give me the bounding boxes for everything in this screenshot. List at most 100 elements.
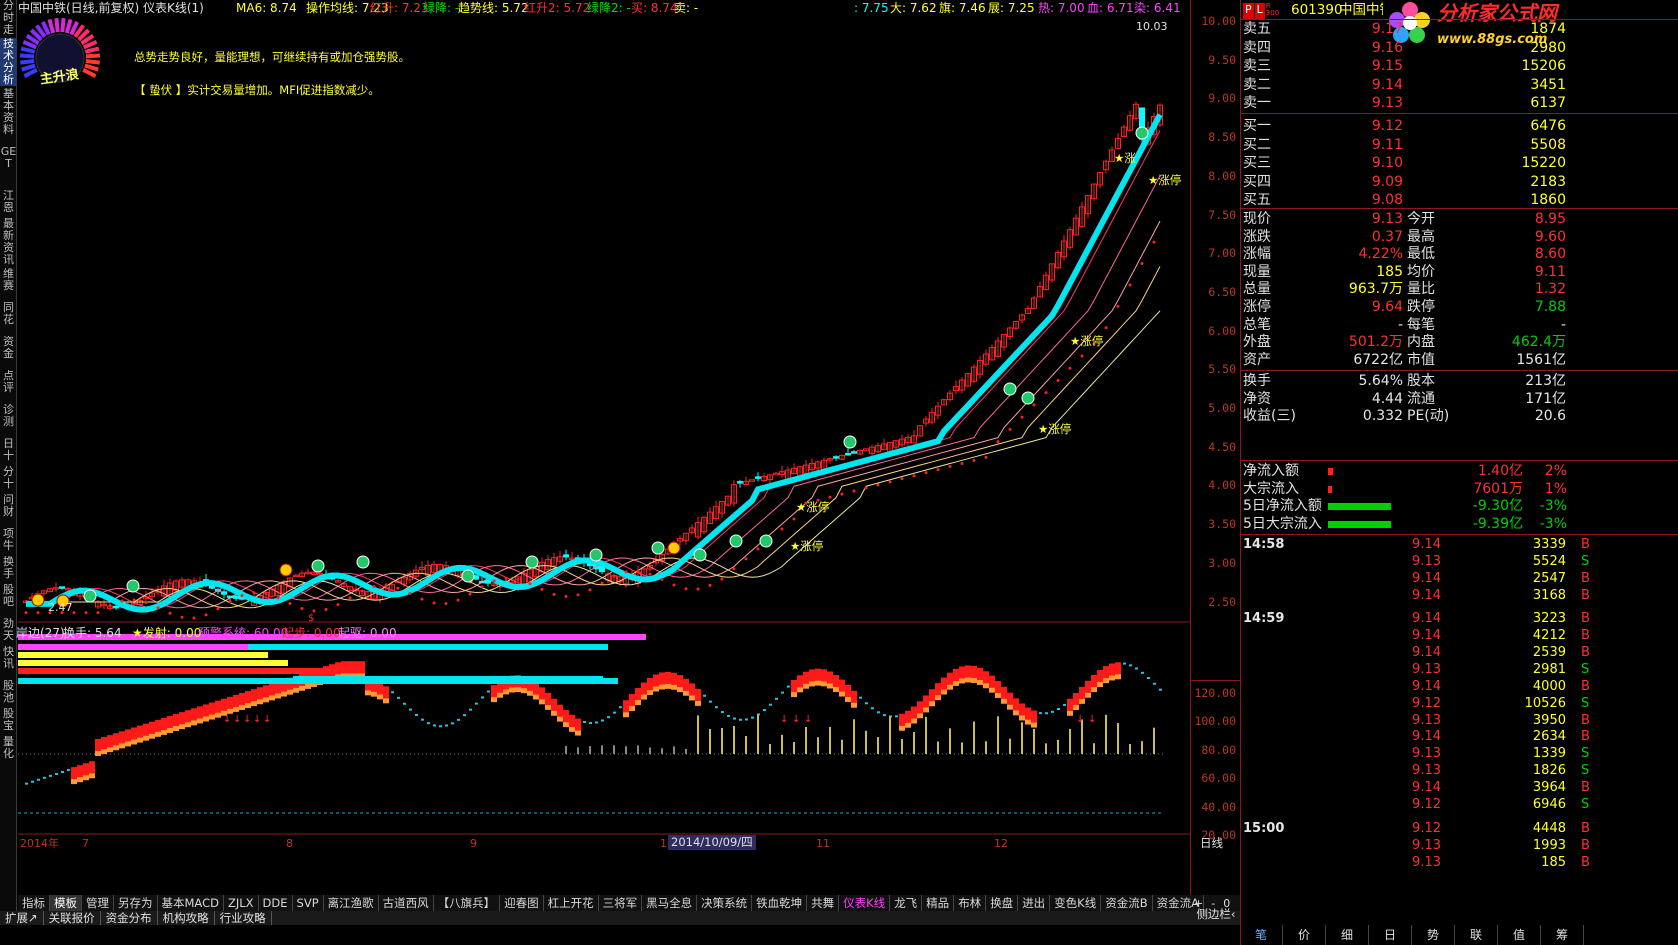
kline-svg[interactable]: ↓ ↓ ↓ ↓ ↓ ↓ ↓ ↓ ↓ ↓ bbox=[18, 0, 1190, 895]
tab-24[interactable]: 变色K线 bbox=[1050, 895, 1102, 911]
sidebar-item-14[interactable]: 项牛 bbox=[0, 528, 17, 554]
trend-dot bbox=[204, 613, 208, 617]
tab-16[interactable]: 铁血乾坤 bbox=[752, 895, 808, 911]
tab-17[interactable]: 共舞 bbox=[807, 895, 840, 911]
side-panel-toggle[interactable]: 侧边栏‹ bbox=[1191, 907, 1241, 922]
sidebar-item-20[interactable]: 股宝 bbox=[0, 708, 17, 734]
tab-22[interactable]: 换盘 bbox=[986, 895, 1019, 911]
sub-step-red bbox=[197, 706, 203, 719]
trend-dot bbox=[444, 601, 448, 605]
tab-19[interactable]: 龙飞 bbox=[890, 895, 923, 911]
tab-11[interactable]: 迎春图 bbox=[500, 895, 544, 911]
sidebar-item-6[interactable]: 维赛 bbox=[0, 268, 17, 300]
tab-9[interactable]: 古道西风 bbox=[379, 895, 434, 911]
sub-step-dot bbox=[709, 700, 712, 703]
sub-step-orange bbox=[1079, 698, 1085, 704]
right-tab-7[interactable]: 筹 bbox=[1541, 925, 1584, 945]
sub-step-orange bbox=[383, 698, 389, 704]
right-tab-5[interactable]: 联 bbox=[1455, 925, 1498, 945]
sub-step-orange bbox=[497, 692, 503, 698]
sub-step-orange bbox=[107, 747, 113, 753]
kline-chart-area[interactable]: ↓ ↓ ↓ ↓ ↓ ↓ ↓ ↓ ↓ ↓ 中国中铁(日线,前复权) 仪表K线(1) MA6: 8.7… bbox=[16, 0, 1190, 895]
sidebar-item-19[interactable]: 股池 bbox=[0, 680, 17, 706]
tab-10[interactable]: 【八旗兵】 bbox=[434, 895, 501, 911]
bottom-bar-item-4[interactable]: 行业攻略 bbox=[215, 911, 272, 925]
volume-bar bbox=[1033, 728, 1035, 754]
bottom-bar-item-2[interactable]: 资金分布 bbox=[101, 911, 158, 925]
tab-14[interactable]: 黑马全息 bbox=[642, 895, 698, 911]
sub-step-dot bbox=[475, 702, 478, 705]
volume-bar bbox=[853, 719, 855, 754]
sub-step-dot bbox=[601, 719, 604, 722]
sub-step-orange bbox=[671, 684, 677, 690]
sidebar-item-2[interactable]: 基本资料 bbox=[0, 88, 17, 144]
sub-step-red bbox=[149, 721, 155, 734]
tab-5[interactable]: ZJLX bbox=[224, 895, 259, 911]
tab-3[interactable]: 另存为 bbox=[114, 895, 158, 911]
sidebar-item-9[interactable]: 点评 bbox=[0, 370, 17, 402]
tab-2[interactable]: 管理 bbox=[82, 895, 114, 911]
tab-6[interactable]: DDE bbox=[259, 895, 293, 911]
tab-21[interactable]: 布林 bbox=[954, 895, 987, 911]
tab-20[interactable]: 精品 bbox=[922, 895, 955, 911]
sidebar-item-12[interactable]: 分十 bbox=[0, 466, 17, 492]
tab-1[interactable]: 模板 bbox=[50, 895, 82, 911]
right-tab-4[interactable]: 势 bbox=[1412, 925, 1455, 945]
tab-15[interactable]: 决策系统 bbox=[697, 895, 753, 911]
right-tab-1[interactable]: 价 bbox=[1283, 925, 1326, 945]
sub-step-orange bbox=[275, 693, 281, 699]
tab-0[interactable]: 指标 bbox=[18, 895, 50, 911]
right-tab-3[interactable]: 日 bbox=[1369, 925, 1412, 945]
sidebar-item-21[interactable]: 量化 bbox=[0, 736, 17, 762]
right-tab-0[interactable]: 笔 bbox=[1240, 925, 1283, 945]
tab-12[interactable]: 杠上开花 bbox=[544, 895, 599, 911]
quote-label-left: 现价 bbox=[1243, 211, 1271, 227]
hold-signal-icon bbox=[83, 589, 97, 603]
sub-step-dot bbox=[391, 691, 394, 694]
sub-step-orange bbox=[149, 733, 155, 739]
sidebar-item-8[interactable]: 资金 bbox=[0, 336, 17, 368]
tab-18[interactable]: 仪表K线 bbox=[839, 895, 891, 911]
sidebar-item-1[interactable]: 技术分析 bbox=[0, 38, 17, 86]
price-tick: 7.00 bbox=[1208, 246, 1236, 261]
sub-step-orange bbox=[995, 692, 1001, 698]
sub-step-dot bbox=[25, 782, 28, 785]
sidebar-item-5[interactable]: 最新资讯 bbox=[0, 218, 17, 266]
hold-signal-icon bbox=[461, 569, 475, 583]
bottom-bar-item-3[interactable]: 机构攻略 bbox=[158, 911, 215, 925]
volume-bar bbox=[625, 746, 627, 754]
right-bottom-tabs: 笔价细日势联值筹 bbox=[1240, 925, 1678, 945]
sub-step-red bbox=[995, 680, 1001, 693]
trend-dot bbox=[1068, 366, 1072, 370]
sidebar-item-11[interactable]: 日十 bbox=[0, 438, 17, 464]
sidebar-item-18[interactable]: 快讯 bbox=[0, 646, 17, 678]
tab-8[interactable]: 离江渔歌 bbox=[324, 895, 379, 911]
sub-step-orange bbox=[191, 720, 197, 726]
tab-23[interactable]: 进出 bbox=[1018, 895, 1051, 911]
sidebar-item-0[interactable]: 分时走势 bbox=[0, 0, 17, 36]
sidebar-item-7[interactable]: 同花 bbox=[0, 302, 17, 334]
tab-4[interactable]: 基本MACD bbox=[158, 895, 224, 911]
bid-volume: 5508 bbox=[1530, 136, 1566, 153]
right-tab-6[interactable]: 值 bbox=[1498, 925, 1541, 945]
sub-step-orange bbox=[251, 701, 257, 707]
sidebar-item-3[interactable]: GET bbox=[0, 146, 17, 188]
bottom-bar-item-0[interactable]: 扩展↗ bbox=[0, 911, 44, 925]
tab-7[interactable]: SVP bbox=[293, 895, 324, 911]
sidebar-item-13[interactable]: 问财 bbox=[0, 494, 17, 526]
sub-step-orange bbox=[815, 680, 821, 686]
sub-step-red bbox=[623, 700, 629, 713]
sub-step-orange bbox=[545, 704, 551, 710]
tab-13[interactable]: 三将军 bbox=[599, 895, 643, 911]
sidebar-item-15[interactable]: 换手 bbox=[0, 556, 17, 582]
sidebar-item-17[interactable]: 劲天 bbox=[0, 618, 17, 644]
bottom-bar-item-1[interactable]: 关联报价 bbox=[44, 911, 101, 925]
sub-step-red bbox=[377, 682, 383, 695]
trend-dot bbox=[1116, 304, 1120, 308]
sidebar-item-16[interactable]: 股吧 bbox=[0, 584, 17, 616]
tab-25[interactable]: 资金流B bbox=[1101, 895, 1153, 911]
period-label[interactable]: 日线 bbox=[1200, 836, 1223, 851]
right-tab-2[interactable]: 细 bbox=[1326, 925, 1369, 945]
sidebar-item-10[interactable]: 诊测 bbox=[0, 404, 17, 436]
sidebar-item-4[interactable]: 江恩 bbox=[0, 190, 17, 216]
